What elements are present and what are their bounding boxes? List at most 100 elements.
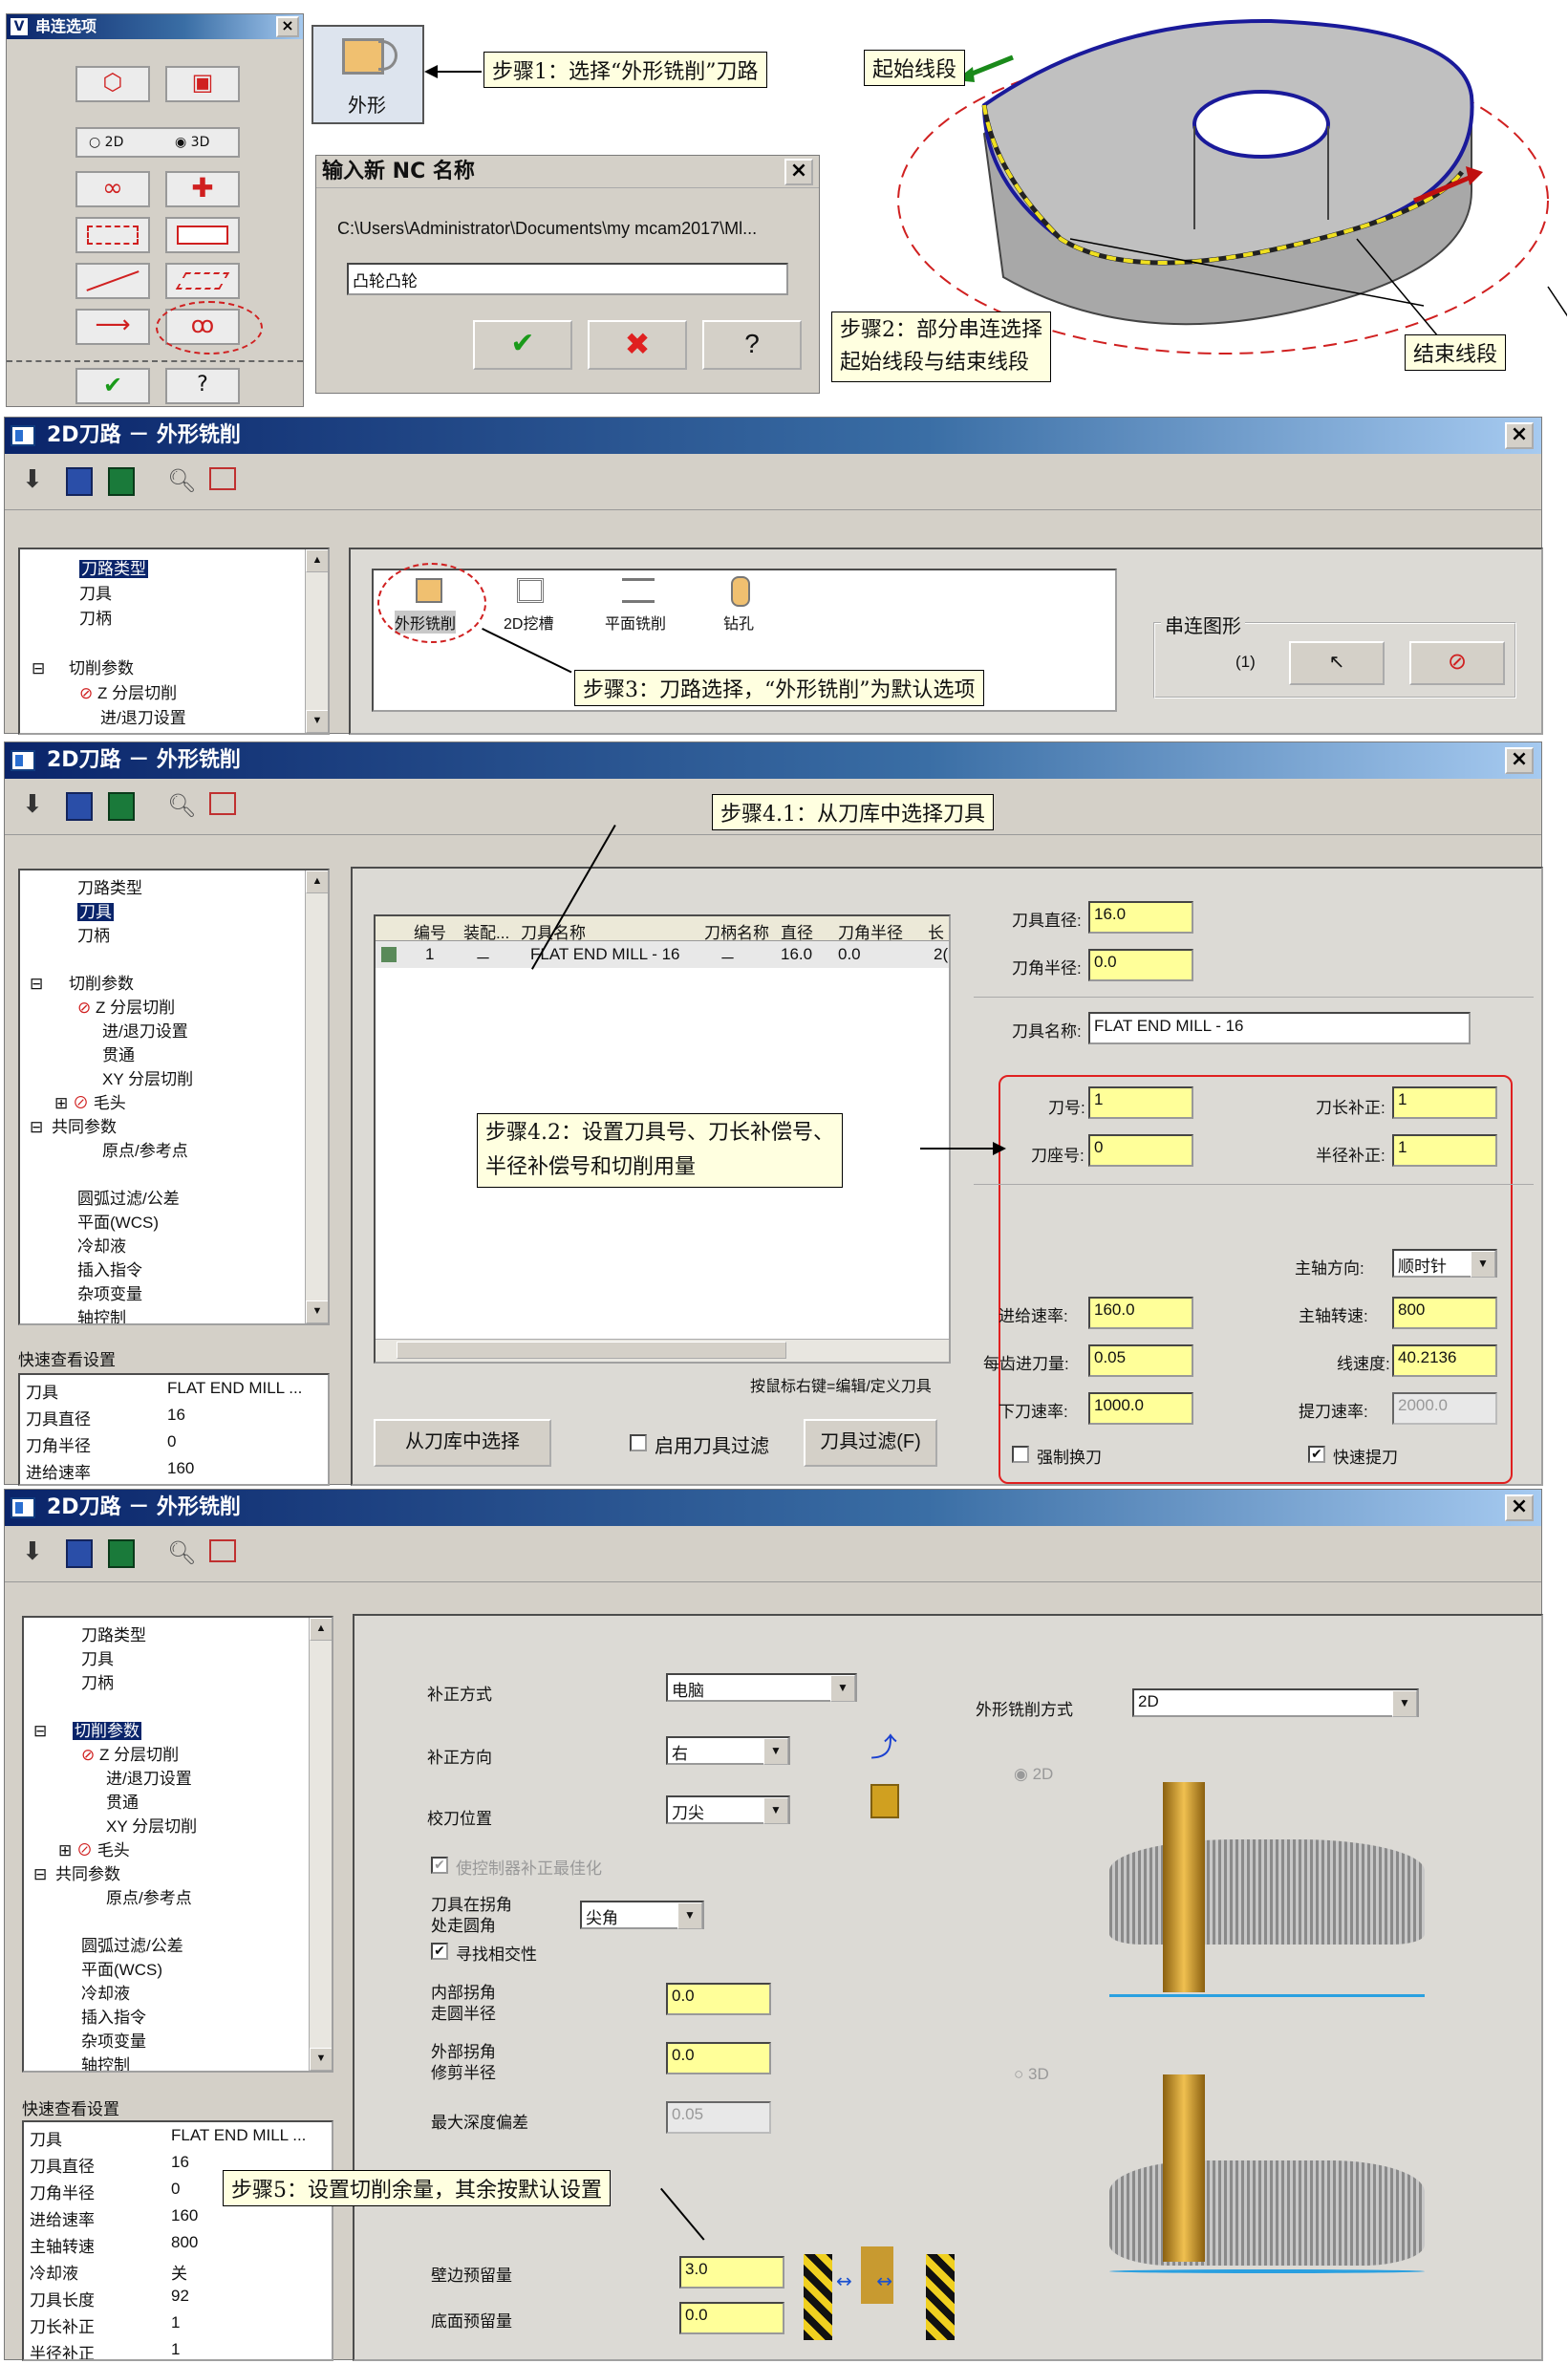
comp-direction-select[interactable]: 右 (666, 1736, 790, 1765)
select-from-library-button[interactable]: 从刀库中选择 (374, 1419, 551, 1467)
tree-item[interactable]: ⊟ 切削参数 (32, 655, 134, 678)
nc-help-button[interactable]: ? (702, 320, 802, 370)
preview-icon[interactable]: 🔍︎ (167, 1539, 196, 1572)
tree-item[interactable]: 刀具 (77, 898, 114, 922)
ok-button[interactable]: ✔ (75, 368, 150, 404)
vector-button[interactable]: ⟶ (75, 309, 150, 345)
window1-tree-scrollbar[interactable] (305, 549, 328, 733)
holder-number-input[interactable]: 0 (1088, 1134, 1193, 1167)
corner-radius-input[interactable]: 0.0 (1088, 949, 1193, 981)
tree-item[interactable]: ⊘ 贯通 (79, 727, 133, 733)
contour-toolpath-icon-button[interactable]: 外形 (311, 25, 424, 124)
tree-item[interactable]: 刀路类型 (77, 874, 142, 898)
col-header[interactable]: 长 (928, 919, 944, 943)
nc-cancel-button[interactable]: ✖ (588, 320, 687, 370)
tree-item[interactable]: 轴控制 (77, 1304, 126, 1323)
radio-3d[interactable]: ○ 3D (1014, 2065, 1049, 2084)
nc-close-button[interactable]: × (784, 159, 813, 185)
table-row[interactable]: 1 － FLAT END MILL - 16 － 16.0 0.0 2( (376, 941, 949, 968)
tree-item[interactable]: 原点/参考点 (106, 1884, 192, 1908)
retract-rate-input[interactable]: 2000.0 (1392, 1392, 1497, 1425)
window3-tree-scrollbar[interactable] (309, 1618, 332, 2071)
comp-type-select[interactable]: 电脑 (666, 1673, 857, 1702)
spindle-speed-input[interactable]: 800 (1392, 1297, 1497, 1329)
options-icon[interactable] (209, 467, 236, 490)
tree-item[interactable]: 刀具 (81, 1645, 114, 1669)
options-icon[interactable] (209, 1539, 236, 1562)
tree-item[interactable]: 杂项变量 (77, 1280, 142, 1304)
tree-item[interactable]: 插入指令 (77, 1257, 142, 1280)
window-button[interactable] (75, 217, 150, 253)
polygon-button[interactable] (165, 263, 240, 299)
tree-item[interactable]: 杂项变量 (81, 2028, 146, 2052)
save-icon[interactable] (66, 467, 93, 496)
help-button[interactable]: ? (165, 368, 240, 404)
tree-item[interactable]: ⊘ Z 分层切削 (81, 1741, 179, 1765)
tool-icon[interactable]: ⬇ (22, 1537, 51, 1570)
col-header[interactable]: 刀角半径 (838, 919, 903, 943)
radio-2d[interactable]: ○ 2D (89, 135, 123, 150)
window3-close-button[interactable]: × (1505, 1494, 1534, 1521)
floor-stock-input[interactable]: 0.0 (679, 2302, 784, 2334)
col-header[interactable]: 编号 (414, 919, 446, 943)
radio-2d[interactable]: ◉ 2D (1014, 1765, 1053, 1784)
tool-number-input[interactable]: 1 (1088, 1086, 1193, 1119)
nc-ok-button[interactable]: ✔ (473, 320, 572, 370)
max-depth-variance-input[interactable]: 0.05 (666, 2101, 771, 2134)
tree-item[interactable]: XY 分层切削 (102, 1065, 193, 1089)
surface-speed-input[interactable]: 40.2136 (1392, 1344, 1497, 1377)
tree-item[interactable]: ⊘ Z 分层切削 (79, 679, 177, 703)
tree-item[interactable]: 原点/参考点 (102, 1137, 188, 1161)
save-icon[interactable] (66, 1539, 93, 1568)
radio-3d[interactable]: ◉ 3D (175, 135, 209, 150)
tree-item[interactable]: 贯通 (102, 1042, 135, 1065)
wireframe-mode-button[interactable]: ⬡ (75, 66, 150, 102)
tool-icon[interactable]: ⬇ (22, 465, 51, 498)
options-icon[interactable] (209, 792, 236, 815)
window2-tree-scrollbar[interactable] (305, 870, 328, 1323)
tree-item[interactable]: ⊞ ⊘ 毛头 (54, 1089, 126, 1113)
tree-item[interactable]: 刀柄 (81, 1669, 114, 1693)
col-header[interactable]: 装配... (463, 919, 509, 943)
optimize-comp-checkbox[interactable]: ✔ (431, 1857, 448, 1874)
tree-item[interactable]: ⊟ 切削参数 (33, 1717, 141, 1741)
tree-item[interactable]: XY 分层切削 (106, 1813, 197, 1837)
single-button[interactable] (75, 263, 150, 299)
type-drill[interactable]: 钻孔 (712, 576, 769, 637)
nc-name-input[interactable]: 凸轮凸轮 (347, 263, 788, 295)
tree-item[interactable]: 冷却液 (81, 1980, 130, 2004)
col-header[interactable]: 刀柄名称 (704, 919, 769, 943)
tree-item[interactable]: 刀路类型 (79, 555, 148, 579)
tree-item[interactable]: 刀具 (79, 580, 112, 604)
tree-item[interactable]: ⊟ 共同参数 (33, 1860, 120, 1884)
area-button[interactable] (165, 217, 240, 253)
point-button[interactable]: ✚ (165, 171, 240, 207)
tree-item[interactable]: 进/退刀设置 (100, 704, 186, 728)
plunge-rate-input[interactable]: 1000.0 (1088, 1392, 1193, 1425)
chain-button[interactable]: ∞ (75, 171, 150, 207)
tool-name-input[interactable]: FLAT END MILL - 16 (1088, 1012, 1471, 1044)
preview-icon[interactable]: 🔍︎ (167, 792, 196, 825)
rapid-retract-checkbox[interactable]: ✔ (1308, 1446, 1325, 1463)
type-pocket[interactable]: 2D挖槽 (498, 576, 565, 637)
tree-item[interactable]: 贯通 (106, 1789, 139, 1813)
window1-close-button[interactable]: × (1505, 422, 1534, 449)
tree-item[interactable]: 进/退刀设置 (106, 1765, 192, 1789)
save-icon[interactable] (66, 792, 93, 821)
corner-rounding-select[interactable]: 尖角 (580, 1901, 704, 1929)
window2-close-button[interactable]: × (1505, 747, 1534, 774)
tree-item[interactable]: 圆弧过滤/公差 (81, 1932, 183, 1956)
force-tool-change-checkbox[interactable] (1012, 1446, 1029, 1463)
external-corner-input[interactable]: 0.0 (666, 2042, 771, 2074)
preview-icon[interactable]: 🔍︎ (167, 467, 196, 500)
clear-chain-button[interactable]: ⊘ (1409, 641, 1505, 685)
feed-per-tooth-input[interactable]: 0.05 (1088, 1344, 1193, 1377)
spindle-direction-select[interactable]: 顺时针 (1392, 1249, 1497, 1278)
save-as-icon[interactable] (108, 792, 135, 821)
tree-item[interactable]: 圆弧过滤/公差 (77, 1185, 180, 1209)
tree-item[interactable]: ⊟ 共同参数 (30, 1113, 117, 1137)
solid-mode-button[interactable]: ▣ (165, 66, 240, 102)
wall-stock-input[interactable]: 3.0 (679, 2256, 784, 2289)
select-chain-button[interactable]: ↖ (1289, 641, 1385, 685)
tool-icon[interactable]: ⬇ (22, 790, 51, 823)
